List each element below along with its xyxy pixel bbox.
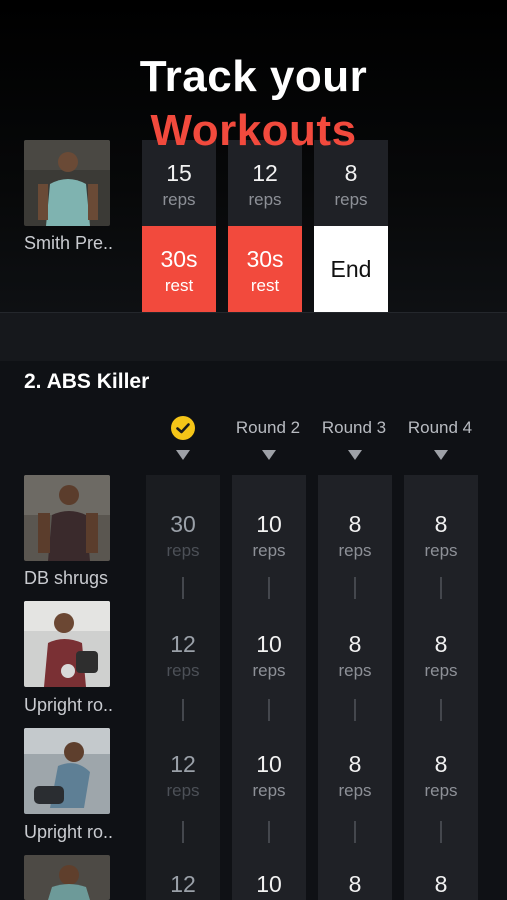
- chevron-down-icon[interactable]: [348, 450, 362, 460]
- reps-value: 15: [166, 160, 192, 186]
- set-cell[interactable]: 8 reps: [318, 715, 392, 843]
- exercise-name: Upright ro..: [24, 695, 114, 715]
- reps-value: 8: [434, 871, 448, 897]
- section-divider: [0, 312, 507, 361]
- reps-label: reps: [166, 541, 200, 560]
- rest-label: rest: [164, 276, 194, 295]
- reps-value: 8: [348, 871, 362, 897]
- rest-timer-button[interactable]: 30s rest: [228, 226, 302, 312]
- reps-value: 8: [434, 631, 448, 657]
- athlete-photo-icon: [24, 855, 110, 900]
- reps-label: reps: [166, 781, 200, 800]
- set-cell-completed[interactable]: 12 reps: [146, 715, 220, 843]
- reps-value: 10: [256, 871, 282, 897]
- reps-value: 8: [434, 511, 448, 537]
- chevron-down-icon[interactable]: [434, 450, 448, 460]
- reps-label: reps: [424, 541, 458, 560]
- reps-value: 12: [170, 871, 196, 897]
- round-header[interactable]: Round 4: [397, 418, 483, 438]
- reps-value: 10: [256, 751, 282, 777]
- reps-label: reps: [162, 190, 196, 209]
- set-cell[interactable]: 8 reps: [404, 715, 478, 843]
- reps-value: 8: [434, 751, 448, 777]
- reps-label: reps: [252, 781, 286, 800]
- rest-value: 30s: [160, 246, 198, 272]
- reps-value: 12: [252, 160, 278, 186]
- set-cell[interactable]: 10 reps: [232, 715, 306, 843]
- set-cell[interactable]: 8 reps: [404, 475, 478, 599]
- set-cell-completed[interactable]: 12 reps: [146, 595, 220, 721]
- reps-value: 8: [348, 631, 362, 657]
- reps-label: reps: [252, 661, 286, 680]
- exercise-thumbnail[interactable]: [24, 475, 110, 561]
- set-cell[interactable]: 8 reps: [318, 475, 392, 599]
- chevron-down-icon[interactable]: [262, 450, 276, 460]
- set-cell[interactable]: 8: [318, 835, 392, 900]
- end-button[interactable]: End: [314, 226, 388, 312]
- reps-label: reps: [338, 541, 372, 560]
- exercise-thumbnail[interactable]: [24, 601, 110, 687]
- exercise-name: Upright ro..: [24, 822, 114, 842]
- reps-label: reps: [424, 661, 458, 680]
- reps-value: 12: [170, 751, 196, 777]
- hero-line-2: Workouts: [150, 106, 357, 155]
- set-cell[interactable]: 10 reps: [232, 475, 306, 599]
- round-header[interactable]: Round 3: [311, 418, 397, 438]
- set-cell-completed[interactable]: 30 reps: [146, 475, 220, 599]
- rest-value: 30s: [246, 246, 284, 272]
- reps-value: 8: [348, 511, 362, 537]
- set-cell[interactable]: 8 reps: [318, 595, 392, 721]
- rest-timer-button[interactable]: 30s rest: [142, 226, 216, 312]
- hero-line-1: Track your: [139, 52, 368, 101]
- reps-label: reps: [252, 541, 286, 560]
- check-circle-icon: [171, 416, 195, 440]
- reps-value: 8: [348, 751, 362, 777]
- reps-label: reps: [338, 781, 372, 800]
- athlete-photo-icon: [24, 475, 110, 561]
- reps-label: reps: [338, 661, 372, 680]
- set-cell[interactable]: 10: [232, 835, 306, 900]
- rest-label: rest: [250, 276, 280, 295]
- reps-value: 10: [256, 511, 282, 537]
- reps-label: reps: [248, 190, 282, 209]
- workout-title: 2. ABS Killer: [24, 370, 150, 393]
- athlete-photo-icon: [24, 728, 110, 814]
- reps-value: 10: [256, 631, 282, 657]
- set-cell[interactable]: 8: [404, 835, 478, 900]
- athlete-photo-icon: [24, 601, 110, 687]
- reps-value: 8: [344, 160, 358, 186]
- round-header[interactable]: Round 2: [225, 418, 311, 438]
- reps-label: reps: [334, 190, 368, 209]
- chevron-down-icon[interactable]: [176, 450, 190, 460]
- set-cell-completed[interactable]: 12: [146, 835, 220, 900]
- reps-value: 30: [170, 511, 196, 537]
- reps-label: reps: [166, 661, 200, 680]
- reps-label: reps: [424, 781, 458, 800]
- reps-value: 12: [170, 631, 196, 657]
- exercise-thumbnail[interactable]: [24, 855, 110, 900]
- exercise-name: DB shrugs: [24, 568, 109, 588]
- exercise-name: Smith Pre..: [24, 233, 114, 253]
- set-cell[interactable]: 8 reps: [404, 595, 478, 721]
- exercise-thumbnail[interactable]: [24, 728, 110, 814]
- set-cell[interactable]: 10 reps: [232, 595, 306, 721]
